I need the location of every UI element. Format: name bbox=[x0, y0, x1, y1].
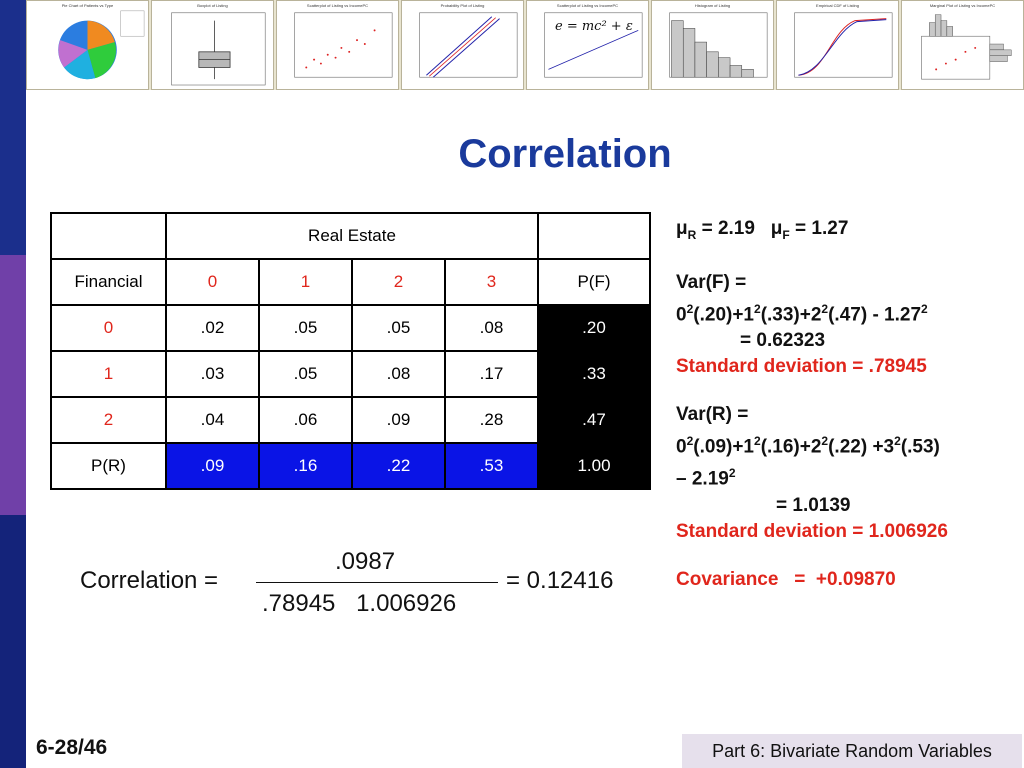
pf-header: P(F) bbox=[537, 258, 651, 306]
varr-label: Var(R) = bbox=[676, 404, 749, 426]
histogram-graphic bbox=[669, 12, 768, 78]
financial-header: Financial bbox=[50, 258, 167, 306]
thumbnail-cdf: Empirical CDF of Listing bbox=[776, 0, 899, 90]
thumbnail-formula: e = mc² + ε bbox=[555, 19, 633, 34]
table-corner-cell bbox=[50, 212, 167, 260]
correlation-label: Correlation = bbox=[80, 567, 219, 594]
varr-standard-deviation: Standard deviation = 1.006926 bbox=[676, 520, 948, 542]
table-cell: .04 bbox=[165, 396, 260, 444]
table-cell: .02 bbox=[165, 304, 260, 352]
mu-f-subscript: F bbox=[782, 227, 790, 242]
boxplot-graphic bbox=[171, 12, 266, 86]
varf-expression: 02(.20)+12(.33)+22(.47) - 1.272 bbox=[676, 301, 928, 326]
table-marginal-row: P(R) .09 .16 .22 .53 1.00 bbox=[50, 442, 651, 490]
thumbnail-marginal-plot: Marginal Plot of Listing vs IncomePC bbox=[901, 0, 1024, 90]
left-accent-segment bbox=[0, 515, 26, 768]
table-cell: .05 bbox=[258, 350, 353, 398]
table-cell: .03 bbox=[165, 350, 260, 398]
probability-graphic bbox=[419, 12, 518, 78]
mu-r-subscript: R bbox=[687, 227, 697, 242]
pr-label: P(R) bbox=[50, 442, 167, 490]
column-header: 1 bbox=[258, 258, 353, 306]
mu-r-value: = 2.19 bbox=[696, 218, 755, 239]
column-header: 3 bbox=[444, 258, 539, 306]
section-footer-text: Part 6: Bivariate Random Variables bbox=[712, 740, 992, 761]
section-footer: Part 6: Bivariate Random Variables bbox=[682, 734, 1022, 768]
row-label: 2 bbox=[50, 396, 167, 444]
table-cell: .05 bbox=[351, 304, 446, 352]
correlation-result: = 0.12416 bbox=[506, 567, 614, 594]
table-row: 2 .04 .06 .09 .28 .47 bbox=[50, 396, 651, 444]
correlation-denominator: .78945 1.006926 bbox=[262, 590, 457, 617]
pf-cell: .33 bbox=[537, 350, 651, 398]
pr-cell: .22 bbox=[351, 442, 446, 490]
table-header-row: Real Estate bbox=[50, 212, 651, 260]
correlation-numerator: .0987 bbox=[335, 548, 396, 575]
thumbnail-formula-scatter: Scatterplot of Listing vs IncomePC e = m… bbox=[526, 0, 649, 90]
left-accent-bar bbox=[0, 0, 26, 768]
page-number: 6-28/46 bbox=[36, 736, 108, 759]
table-cell: .05 bbox=[258, 304, 353, 352]
table-cell: .28 bbox=[444, 396, 539, 444]
pr-cell: .16 bbox=[258, 442, 353, 490]
column-header: 0 bbox=[165, 258, 260, 306]
calculation-notes: μR = 2.19 μF = 1.27 Var(F) = 02(.20)+12(… bbox=[676, 216, 1016, 593]
mu-f-value: = 1.27 bbox=[789, 218, 849, 239]
row-label: 0 bbox=[50, 304, 167, 352]
cdf-graphic bbox=[794, 12, 893, 78]
marginal-graphic bbox=[921, 14, 1012, 80]
thumbnail-histogram: Histogram of Listing bbox=[651, 0, 774, 90]
thumbnail-pie-chart: Pie Chart of Patients vs Type bbox=[26, 0, 149, 90]
means-line: μR = 2.19 μF = 1.27 bbox=[676, 216, 1016, 248]
varr-expression: 02(.09)+12(.16)+22(.22) +32(.53) bbox=[676, 434, 940, 458]
table-cell: .09 bbox=[351, 396, 446, 444]
pf-cell: .20 bbox=[537, 304, 651, 352]
real-estate-header: Real Estate bbox=[165, 212, 539, 260]
covariance-value: Covariance = +0.09870 bbox=[676, 568, 896, 590]
table-row: 0 .02 .05 .05 .08 .20 bbox=[50, 304, 651, 352]
joint-probability-table: Real Estate Financial 0 1 2 3 P(F) 0 .02… bbox=[50, 212, 651, 490]
total-cell: 1.00 bbox=[537, 442, 651, 490]
column-header: 2 bbox=[351, 258, 446, 306]
pf-cell: .47 bbox=[537, 396, 651, 444]
table-cell: .17 bbox=[444, 350, 539, 398]
table-row: 1 .03 .05 .08 .17 .33 bbox=[50, 350, 651, 398]
thumbnail-scatterplot: Scatterplot of Listing vs IncomePC bbox=[276, 0, 399, 90]
varf-result: = 0.62323 bbox=[740, 330, 826, 352]
slide-title: Correlation bbox=[458, 132, 672, 176]
thumbnail-strip: Pie Chart of Patients vs Type Boxplot of… bbox=[26, 0, 1024, 90]
mu-symbol: μ bbox=[770, 218, 783, 239]
left-accent-segment bbox=[0, 255, 26, 515]
table-cell: .06 bbox=[258, 396, 353, 444]
table-cell: .08 bbox=[351, 350, 446, 398]
table-column-row: Financial 0 1 2 3 P(F) bbox=[50, 258, 651, 306]
pr-cell: .09 bbox=[165, 442, 260, 490]
varr-result: = 1.0139 bbox=[776, 494, 851, 516]
table-corner-cell bbox=[537, 212, 651, 260]
table-cell: .08 bbox=[444, 304, 539, 352]
thumbnail-boxplot: Boxplot of Listing bbox=[151, 0, 274, 90]
formula-scatter-graphic bbox=[544, 12, 643, 78]
varr-expression-cont: – 2.192 bbox=[676, 466, 736, 490]
fraction-bar bbox=[256, 582, 498, 583]
pr-cell: .53 bbox=[444, 442, 539, 490]
scatter-graphic bbox=[294, 12, 393, 78]
varf-standard-deviation: Standard deviation = .78945 bbox=[676, 356, 927, 378]
pie-chart-graphic bbox=[58, 10, 145, 80]
varf-label: Var(F) = bbox=[676, 271, 747, 293]
thumbnail-probability-plot: Probability Plot of Listing bbox=[401, 0, 524, 90]
row-label: 1 bbox=[50, 350, 167, 398]
mu-symbol: μ bbox=[676, 218, 688, 239]
